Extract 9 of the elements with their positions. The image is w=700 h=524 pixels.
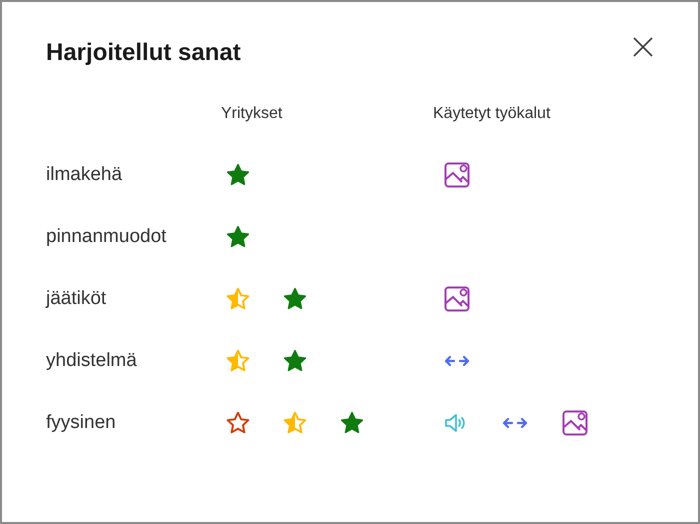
column-header: Käytetyt työkalut bbox=[433, 105, 552, 123]
dialog-title: Harjoitellut sanat bbox=[46, 39, 241, 67]
column-header: Yritykset bbox=[221, 105, 284, 123]
word-label: fyysinen bbox=[46, 412, 117, 434]
close-icon[interactable] bbox=[632, 36, 654, 58]
word-label: ilmakehä bbox=[46, 164, 124, 186]
word-label: yhdistelmä bbox=[46, 350, 138, 372]
word-label: pinnanmuodot bbox=[46, 226, 168, 248]
word-label: jäätiköt bbox=[46, 288, 108, 310]
